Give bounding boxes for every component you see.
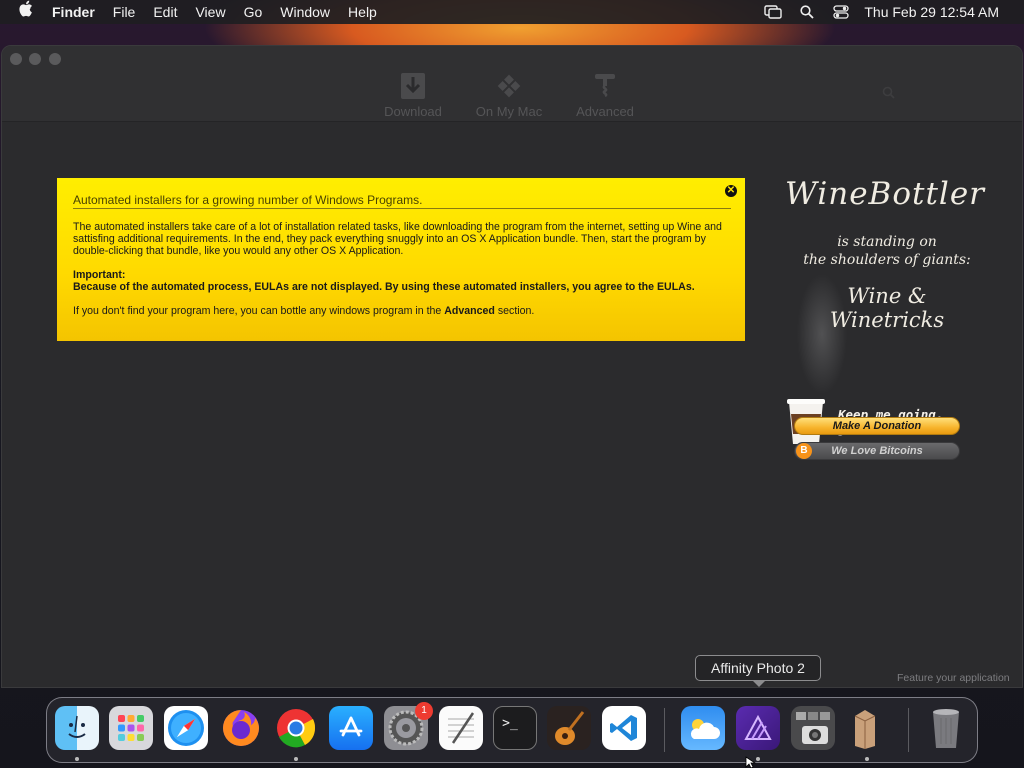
window-toolbar: Download On My Mac Advanced <box>2 46 1022 122</box>
brand-tagline-2: the shoulders of giants: <box>803 252 971 268</box>
dock-separator <box>664 708 665 752</box>
dock-vscode-icon[interactable] <box>602 706 646 750</box>
toolbar-on-my-mac-button[interactable]: On My Mac <box>469 70 549 119</box>
info-important-heading: Important: <box>73 269 126 281</box>
bitcoin-icon: B <box>796 443 812 459</box>
feature-application-link[interactable]: Feature your application <box>897 672 1010 684</box>
bitcoin-button[interactable]: B We Love Bitcoins <box>794 442 960 460</box>
download-icon <box>401 73 425 99</box>
zoom-window-button[interactable] <box>49 53 61 65</box>
dock-firefox-icon[interactable] <box>219 706 263 750</box>
brand-title: WineBottler <box>785 176 985 212</box>
windows-logo-icon <box>497 74 521 98</box>
toolbar-download-button[interactable]: Download <box>373 70 453 119</box>
info-important-text: Because of the automated process, EULAs … <box>73 281 695 293</box>
dock-garageband-icon[interactable] <box>547 706 591 750</box>
dock-app-store-icon[interactable] <box>329 706 373 750</box>
dock-textedit-icon[interactable] <box>439 706 483 750</box>
info-panel: Automated installers for a growing numbe… <box>57 178 745 341</box>
dock-terminal-icon[interactable]: >_ <box>493 706 537 750</box>
dock-running-indicator <box>294 757 298 761</box>
apple-menu-icon[interactable] <box>0 0 43 24</box>
menu-go[interactable]: Go <box>235 0 272 24</box>
dock-finder-icon[interactable] <box>55 706 99 750</box>
info-panel-footer: If you don't find your program here, you… <box>73 305 729 317</box>
search-icon <box>882 86 895 99</box>
menu-help[interactable]: Help <box>339 0 386 24</box>
corkscrew-icon <box>595 74 615 98</box>
dock-trash-icon[interactable] <box>924 706 968 750</box>
dock-tooltip-pointer <box>752 680 766 687</box>
brand-wine: Wine & <box>847 284 927 308</box>
dock-affinity-photo-icon[interactable] <box>736 706 780 750</box>
toolbar-download-label: Download <box>384 104 442 119</box>
spotlight-search-icon[interactable] <box>790 5 824 19</box>
info-footer-suffix: section. <box>497 305 535 317</box>
dock-image-capture-icon[interactable] <box>791 706 835 750</box>
toolbar-advanced-label: Advanced <box>576 104 634 119</box>
info-footer-prefix: If you don't find your program here, you… <box>73 305 442 317</box>
close-info-panel-icon[interactable]: ✕ <box>725 185 737 197</box>
close-window-button[interactable] <box>10 53 22 65</box>
dock-running-indicator <box>865 757 869 761</box>
screen-mirroring-icon[interactable] <box>756 5 790 19</box>
menu-bar: Finder File Edit View Go Window Help Thu… <box>0 0 1024 24</box>
menu-file[interactable]: File <box>104 0 145 24</box>
winebottler-window: Download On My Mac Advanced Automated in… <box>1 45 1023 688</box>
bitcoin-button-label: We Love Bitcoins <box>831 445 923 457</box>
info-panel-description: The automated installers take care of a … <box>73 221 722 257</box>
control-center-icon[interactable] <box>824 5 858 19</box>
mouse-cursor-icon <box>745 756 757 768</box>
info-panel-title: Automated installers for a growing numbe… <box>73 194 731 209</box>
dock-launchpad-icon[interactable] <box>109 706 153 750</box>
dock-winebottler-icon[interactable] <box>843 706 887 750</box>
menu-window[interactable]: Window <box>271 0 339 24</box>
brand-tagline-1: is standing on <box>837 234 937 250</box>
settings-notification-badge: 1 <box>415 702 433 720</box>
menu-view[interactable]: View <box>186 0 234 24</box>
minimize-window-button[interactable] <box>29 53 41 65</box>
terminal-prompt-glyph: >_ <box>502 715 518 731</box>
make-donation-button[interactable]: Make A Donation <box>794 417 960 435</box>
menu-clock[interactable]: Thu Feb 29 12:54 AM <box>858 0 1008 24</box>
dock: 1 >_ <box>46 697 978 763</box>
toolbar-on-my-mac-label: On My Mac <box>475 104 543 119</box>
dock-running-indicator <box>75 757 79 761</box>
dock-separator-trash <box>908 708 909 752</box>
menu-app-name[interactable]: Finder <box>43 0 104 24</box>
info-footer-advanced-link[interactable]: Advanced <box>444 305 495 317</box>
brand-winetricks: Winetricks <box>829 308 945 332</box>
dock-tooltip: Affinity Photo 2 <box>695 655 821 681</box>
dock-chrome-icon[interactable] <box>274 706 318 750</box>
menu-edit[interactable]: Edit <box>144 0 186 24</box>
toolbar-advanced-button[interactable]: Advanced <box>565 70 645 119</box>
dock-safari-icon[interactable] <box>164 706 208 750</box>
dock-weather-icon[interactable] <box>681 706 725 750</box>
toolbar-search-field[interactable] <box>882 86 962 102</box>
